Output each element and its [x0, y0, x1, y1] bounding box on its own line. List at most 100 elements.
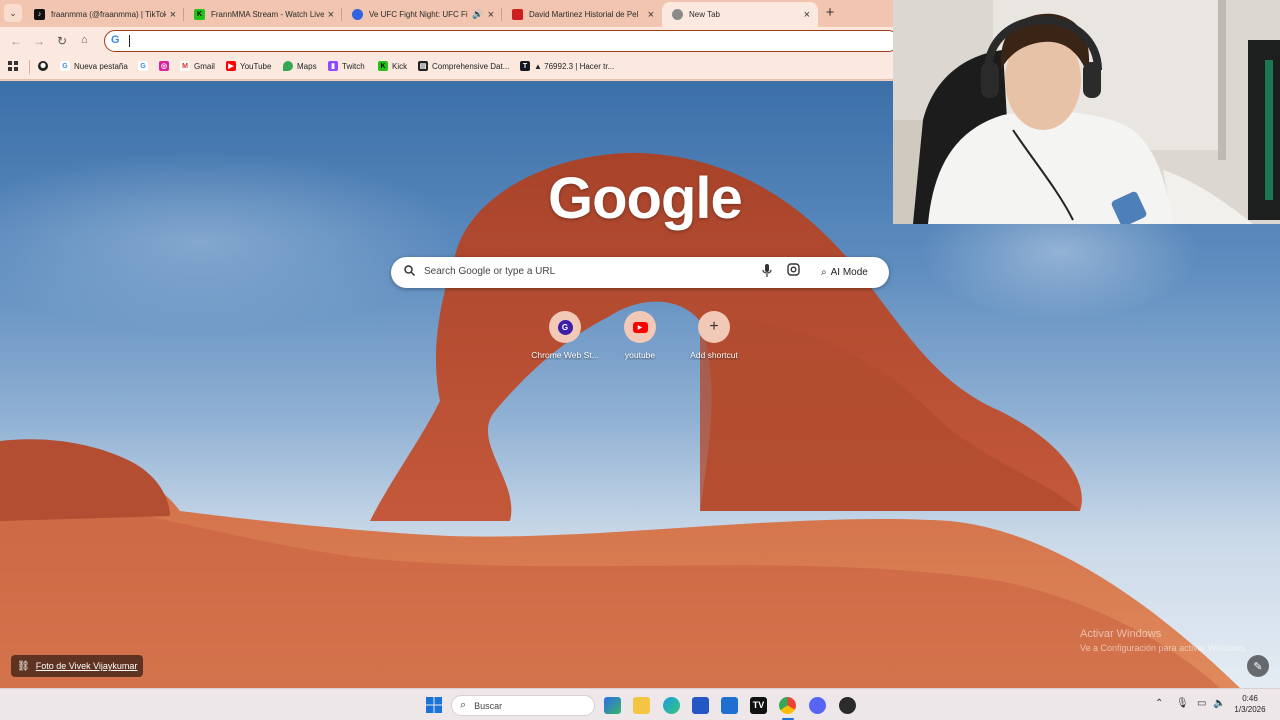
volume-icon[interactable]: 🔈: [1213, 698, 1225, 709]
bookmark-label: Twitch: [342, 61, 365, 71]
photo-credit-label: Foto de Vivek Vijaykumar: [35, 661, 138, 671]
show-hidden-icons[interactable]: ⌃: [1155, 698, 1163, 709]
home-icon[interactable]: ⌂: [81, 34, 88, 46]
tab-strip: ⌄ ♪ fraanmma (@fraanmma) | TikTok × K Fr…: [0, 0, 893, 27]
twitch-icon: ▮: [328, 61, 338, 71]
outlook-icon[interactable]: [721, 697, 738, 714]
reload-icon[interactable]: ↻: [57, 34, 67, 48]
ntp-search-box[interactable]: Search Google or type a URL ⌕ AI Mode: [391, 257, 889, 288]
bookmark-label: Gmail: [194, 61, 215, 71]
tab-title: New Tab: [689, 10, 720, 19]
kick-icon: K: [378, 61, 388, 71]
windows-taskbar: ⌕ Buscar TV ⌃ 🎙 ▭ 🔈 0:46 1/3/2026: [0, 688, 1280, 720]
shortcut-label: youtube: [624, 350, 656, 360]
tiktok-icon: ♪: [34, 9, 45, 20]
task-view-icon[interactable]: [604, 697, 621, 714]
bookmark-comprehensive[interactable]: ▤ Comprehensive Dat...: [418, 61, 509, 71]
text-caret: [129, 35, 130, 47]
bookmark-gmail[interactable]: M Gmail: [180, 61, 215, 71]
bookmarks-bar: ✺ G Nueva pestaña G ◎ M Gmail ▶ YouTube …: [0, 55, 893, 80]
back-icon[interactable]: ←: [10, 34, 22, 48]
apps-icon[interactable]: [8, 61, 18, 71]
google-logo: Google: [548, 166, 743, 231]
google-icon: G: [111, 34, 120, 46]
microsoft-store-icon[interactable]: [692, 697, 709, 714]
tab-title: David Martinez Historial de Pel: [529, 10, 639, 19]
ai-mode-label: AI Mode: [830, 267, 868, 278]
bookmark-label: Nueva pestaña: [74, 61, 128, 71]
edge-icon[interactable]: [663, 697, 680, 714]
forward-icon[interactable]: →: [33, 34, 45, 48]
maps-icon: [283, 61, 293, 71]
shortcut-add[interactable]: + Add shortcut: [676, 311, 752, 360]
plus-icon: +: [709, 318, 719, 335]
bookmark-label: ▲ 76992.3 | Hacer tr...: [534, 61, 615, 71]
link-icon: ⛓: [17, 660, 30, 672]
file-explorer-icon[interactable]: [633, 697, 650, 714]
bookmark-nueva-pestana[interactable]: G Nueva pestaña: [60, 61, 128, 71]
microphone-icon[interactable]: [762, 264, 772, 280]
bookmark-tradingview[interactable]: T ▲ 76992.3 | Hacer tr...: [520, 61, 614, 71]
discord-icon[interactable]: [809, 697, 826, 714]
photo-credit-link[interactable]: ⛓ Foto de Vivek Vijaykumar: [11, 655, 144, 677]
new-tab-button[interactable]: +: [822, 5, 838, 21]
audio-playing-icon[interactable]: 🔊: [472, 9, 483, 20]
paramount-icon: [352, 9, 363, 20]
obs-icon[interactable]: [839, 697, 856, 714]
ai-mode-button[interactable]: ⌕ AI Mode: [812, 261, 877, 284]
clock-date: 1/3/2026: [1234, 705, 1266, 714]
tab-kick-stream[interactable]: K FrannMMA Stream - Watch Live ×: [184, 2, 342, 27]
bookmark-twitch[interactable]: ▮ Twitch: [328, 61, 365, 71]
tab-new-tab[interactable]: New Tab ×: [662, 2, 818, 27]
bookmark-label: Comprehensive Dat...: [432, 61, 510, 71]
ai-mode-icon: ⌕: [821, 267, 827, 278]
bookmark-instagram[interactable]: ◎: [159, 61, 173, 71]
microphone-icon[interactable]: 🎙: [1176, 698, 1189, 709]
search-placeholder: Search Google or type a URL: [424, 266, 556, 277]
instagram-icon: ◎: [159, 61, 169, 71]
google-lens-icon[interactable]: [787, 263, 800, 279]
chrome-icon[interactable]: [779, 697, 796, 714]
close-icon[interactable]: ×: [328, 9, 334, 21]
toolbar: ← → ↻ ⌂ G: [0, 27, 899, 55]
shortcut-tile: G: [549, 311, 581, 343]
windows-start-icon[interactable]: [426, 697, 442, 713]
close-icon[interactable]: ×: [804, 9, 810, 21]
shortcut-youtube[interactable]: ▶ youtube: [602, 311, 678, 360]
bookmark-maps[interactable]: Maps: [283, 61, 317, 71]
tab-ufc[interactable]: Ve UFC Fight Night: UFC Fight 🔊 ×: [342, 2, 502, 27]
search-icon: ⌕: [460, 699, 467, 711]
pencil-icon: ✎: [1253, 660, 1263, 673]
shortcut-tile: +: [698, 311, 730, 343]
taskbar-clock[interactable]: 0:46 1/3/2026: [1228, 693, 1272, 715]
webcam-image: [893, 0, 1280, 224]
shortcut-tile: ▶: [624, 311, 656, 343]
tradingview-icon: T: [520, 61, 530, 71]
youtube-icon: ▶: [632, 321, 648, 333]
close-icon[interactable]: ×: [488, 9, 494, 21]
watermark-line1: Activar Windows: [1080, 628, 1162, 640]
tradingview-icon[interactable]: TV: [750, 697, 767, 714]
tab-title: FrannMMA Stream - Watch Live: [211, 10, 324, 19]
tab-sherdog[interactable]: David Martinez Historial de Pel ×: [502, 2, 662, 27]
webcam-overlay: [893, 0, 1280, 224]
gmail-icon: M: [180, 61, 190, 71]
close-icon[interactable]: ×: [648, 9, 654, 21]
shortcut-chrome-web-store[interactable]: G Chrome Web St...: [527, 311, 603, 360]
network-icon[interactable]: ▭: [1197, 698, 1206, 709]
bookmark-youtube[interactable]: ▶ YouTube: [226, 61, 271, 71]
search-icon: [404, 265, 416, 279]
tab-tiktok[interactable]: ♪ fraanmma (@fraanmma) | TikTok ×: [24, 2, 184, 27]
shortcut-label: Add shortcut: [690, 350, 738, 360]
tab-search-button[interactable]: ⌄: [4, 4, 22, 22]
tab-title: Ve UFC Fight Night: UFC Fight: [369, 10, 469, 19]
close-icon[interactable]: ×: [170, 9, 176, 21]
customize-chrome-button[interactable]: ✎: [1247, 655, 1269, 677]
bookmark-kick[interactable]: K Kick: [378, 61, 407, 71]
taskbar-search[interactable]: ⌕ Buscar: [451, 695, 595, 716]
bookmark-google[interactable]: G: [138, 61, 152, 71]
address-bar[interactable]: G: [104, 30, 899, 52]
bookmark-chatgpt[interactable]: ✺: [38, 61, 52, 71]
clock-time: 0:46: [1242, 694, 1258, 703]
browser-window: ⌄ ♪ fraanmma (@fraanmma) | TikTok × K Fr…: [0, 0, 899, 81]
